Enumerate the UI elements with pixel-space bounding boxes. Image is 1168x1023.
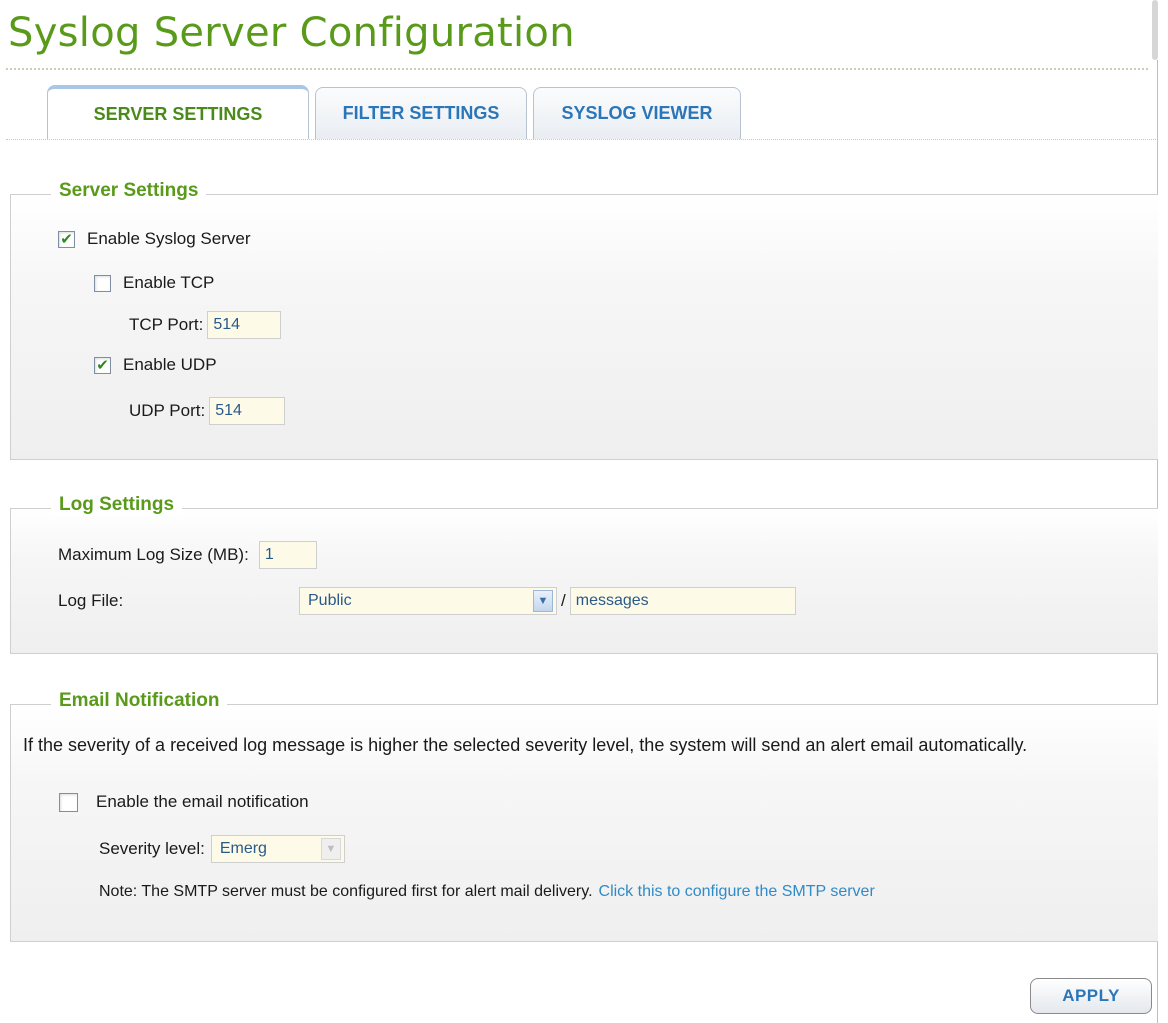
udp-port-label: UDP Port: bbox=[129, 401, 206, 420]
log-settings-group: Log Settings Maximum Log Size (MB): 1 Lo… bbox=[10, 494, 1158, 654]
severity-label: Severity level: bbox=[99, 839, 205, 858]
tab-syslog-viewer[interactable]: SYSLOG VIEWER bbox=[533, 87, 741, 139]
log-file-row: Log File: Public ▼ / messages bbox=[58, 587, 796, 615]
enable-udp-row: ✔ Enable UDP bbox=[94, 355, 217, 375]
tcp-port-row: TCP Port: 514 bbox=[129, 311, 282, 339]
page-title: Syslog Server Configuration bbox=[8, 10, 575, 56]
enable-email-label: Enable the email notification bbox=[96, 792, 309, 811]
server-settings-group: Server Settings ✔ Enable Syslog Server E… bbox=[10, 180, 1158, 460]
tab-divider bbox=[6, 139, 1156, 140]
check-icon: ✔ bbox=[96, 357, 109, 374]
enable-email-checkbox[interactable] bbox=[59, 792, 78, 812]
tab-server-settings[interactable]: SERVER SETTINGS bbox=[47, 85, 309, 139]
tab-bar: SERVER SETTINGS FILTER SETTINGS SYSLOG V… bbox=[47, 85, 741, 139]
udp-port-input[interactable]: 514 bbox=[209, 397, 286, 425]
enable-email-row: Enable the email notification bbox=[59, 792, 309, 812]
path-separator: / bbox=[561, 591, 566, 610]
enable-syslog-row: ✔ Enable Syslog Server bbox=[58, 229, 250, 249]
log-folder-select[interactable]: Public ▼ bbox=[299, 587, 557, 615]
max-log-size-input[interactable]: 1 bbox=[258, 541, 317, 569]
udp-port-row: UDP Port: 514 bbox=[129, 397, 286, 425]
enable-udp-label: Enable UDP bbox=[123, 355, 217, 374]
enable-udp-checkbox[interactable]: ✔ bbox=[94, 356, 111, 374]
log-settings-legend: Log Settings bbox=[51, 494, 183, 516]
tcp-port-input[interactable]: 514 bbox=[207, 311, 282, 339]
log-file-label: Log File: bbox=[58, 591, 124, 610]
tcp-port-label: TCP Port: bbox=[129, 315, 204, 334]
server-settings-legend: Server Settings bbox=[51, 180, 207, 202]
title-divider bbox=[6, 68, 1148, 70]
chevron-down-icon: ▼ bbox=[320, 838, 341, 860]
severity-select[interactable]: Emerg ▼ bbox=[210, 835, 345, 863]
log-filename-input[interactable]: messages bbox=[569, 587, 796, 615]
severity-row: Severity level: Emerg ▼ bbox=[99, 835, 345, 863]
max-log-size-row: Maximum Log Size (MB): 1 bbox=[58, 541, 317, 569]
enable-tcp-label: Enable TCP bbox=[123, 273, 215, 292]
email-notification-group: Email Notification If the severity of a … bbox=[10, 690, 1158, 942]
apply-button[interactable]: APPLY bbox=[1030, 978, 1152, 1014]
email-notification-legend: Email Notification bbox=[51, 690, 228, 712]
smtp-note-row: Note: The SMTP server must be configured… bbox=[99, 883, 875, 901]
email-description: If the severity of a received log messag… bbox=[23, 735, 1028, 755]
tab-filter-settings[interactable]: FILTER SETTINGS bbox=[315, 87, 527, 139]
enable-syslog-checkbox[interactable]: ✔ bbox=[58, 230, 75, 248]
severity-value: Emerg bbox=[219, 840, 267, 857]
configure-smtp-link[interactable]: Click this to configure the SMTP server bbox=[599, 883, 875, 901]
scrollbar-thumb[interactable] bbox=[1152, 0, 1158, 60]
log-folder-value: Public bbox=[308, 592, 352, 609]
check-icon: ✔ bbox=[60, 231, 73, 248]
chevron-down-icon: ▼ bbox=[533, 590, 553, 612]
smtp-note: Note: The SMTP server must be configured… bbox=[99, 883, 593, 900]
max-log-size-label: Maximum Log Size (MB): bbox=[58, 545, 249, 564]
enable-tcp-checkbox[interactable] bbox=[94, 274, 111, 292]
enable-tcp-row: Enable TCP bbox=[94, 273, 214, 293]
enable-syslog-label: Enable Syslog Server bbox=[87, 229, 251, 248]
